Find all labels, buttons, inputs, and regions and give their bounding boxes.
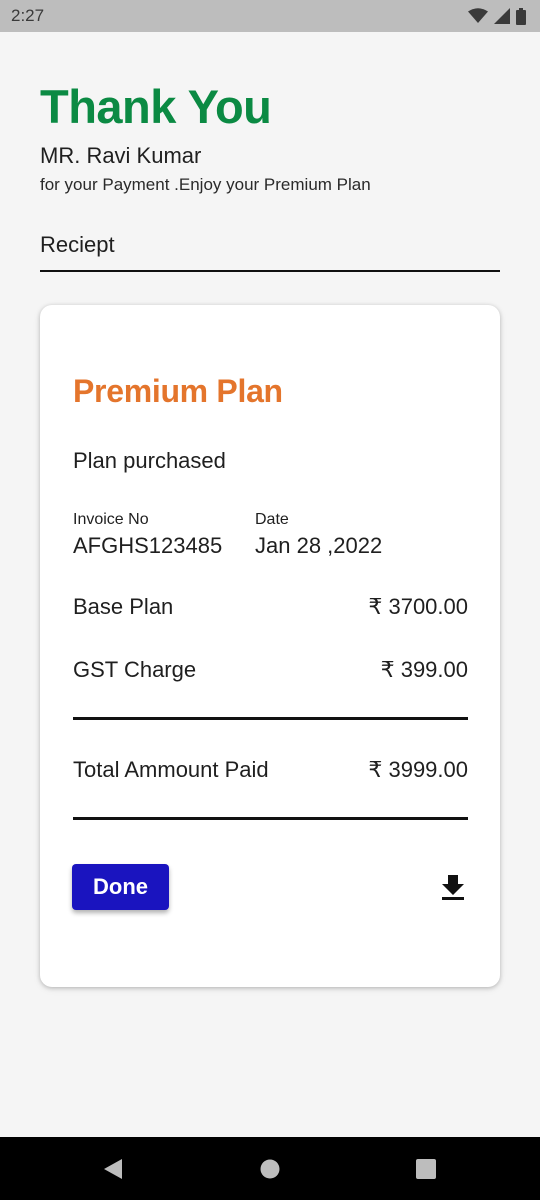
page-title: Thank You — [40, 80, 272, 133]
download-icon[interactable] — [440, 873, 466, 901]
gst-charge-row: GST Charge ₹ 399.00 — [73, 657, 468, 683]
invoice-value: AFGHS123485 — [73, 533, 223, 558]
total-label: Total Ammount Paid — [73, 757, 269, 782]
divider — [73, 817, 468, 820]
receipt-card: Premium Plan Plan purchased Invoice No A… — [40, 305, 500, 987]
date-label: Date — [255, 511, 289, 528]
status-bar: 2:27 — [0, 0, 540, 32]
total-row: Total Ammount Paid ₹ 3999.00 — [73, 757, 468, 783]
plan-title: Premium Plan — [73, 373, 283, 409]
home-icon[interactable] — [260, 1159, 280, 1184]
signal-icon — [494, 8, 510, 24]
base-plan-row: Base Plan ₹ 3700.00 — [73, 594, 468, 620]
divider — [73, 717, 468, 720]
gst-charge-label: GST Charge — [73, 657, 197, 682]
total-value: ₹ 3999.00 — [368, 757, 468, 782]
customer-name: MR. Ravi Kumar — [40, 143, 202, 168]
done-button[interactable]: Done — [72, 864, 169, 910]
header-section: Thank You MR. Ravi Kumar for your Paymen… — [40, 32, 500, 272]
status-time: 2:27 — [11, 6, 45, 25]
invoice-block: Invoice No AFGHS123485 — [73, 511, 222, 560]
receipt-label: Reciept — [40, 231, 500, 272]
back-icon[interactable] — [102, 1158, 124, 1185]
date-value: Jan 28 ,2022 — [255, 533, 383, 558]
status-icons — [468, 7, 526, 25]
recents-icon[interactable] — [416, 1159, 436, 1184]
invoice-label: Invoice No — [73, 511, 149, 528]
gst-charge-value: ₹ 399.00 — [380, 657, 468, 682]
base-plan-label: Base Plan — [73, 594, 174, 619]
thank-you-subtitle: for your Payment .Enjoy your Premium Pla… — [40, 175, 371, 194]
navigation-bar — [0, 1137, 540, 1200]
date-block: Date Jan 28 ,2022 — [255, 511, 382, 560]
plan-purchased-label: Plan purchased — [73, 448, 226, 473]
battery-icon — [516, 7, 526, 25]
wifi-icon — [468, 8, 488, 24]
base-plan-value: ₹ 3700.00 — [368, 594, 468, 619]
